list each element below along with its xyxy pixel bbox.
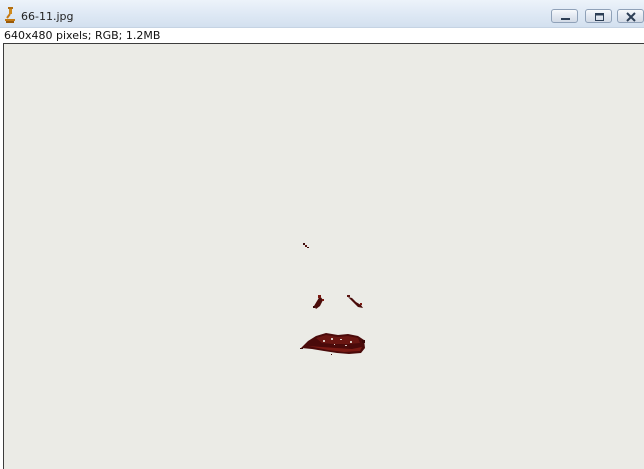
segmented-face-image <box>300 243 365 355</box>
image-info-bar: 640x480 pixels; RGB; 1.2MB <box>0 28 644 43</box>
minimize-button[interactable] <box>551 9 578 23</box>
minimize-icon <box>561 18 570 20</box>
window-titlebar[interactable]: 66-11.jpg <box>0 0 644 28</box>
close-icon <box>626 12 636 22</box>
maximize-button[interactable] <box>585 9 612 23</box>
image-info-text: 640x480 pixels; RGB; 1.2MB <box>4 29 161 42</box>
right-nostril-blob <box>347 295 363 308</box>
left-nostril-blob <box>313 295 324 309</box>
close-button[interactable] <box>617 9 644 23</box>
speck-top <box>303 243 309 248</box>
image-canvas[interactable] <box>3 43 644 469</box>
mouth-blob <box>300 333 365 355</box>
maximize-icon <box>595 13 604 21</box>
window-title: 66-11.jpg <box>21 10 74 23</box>
microscope-icon <box>4 7 16 23</box>
